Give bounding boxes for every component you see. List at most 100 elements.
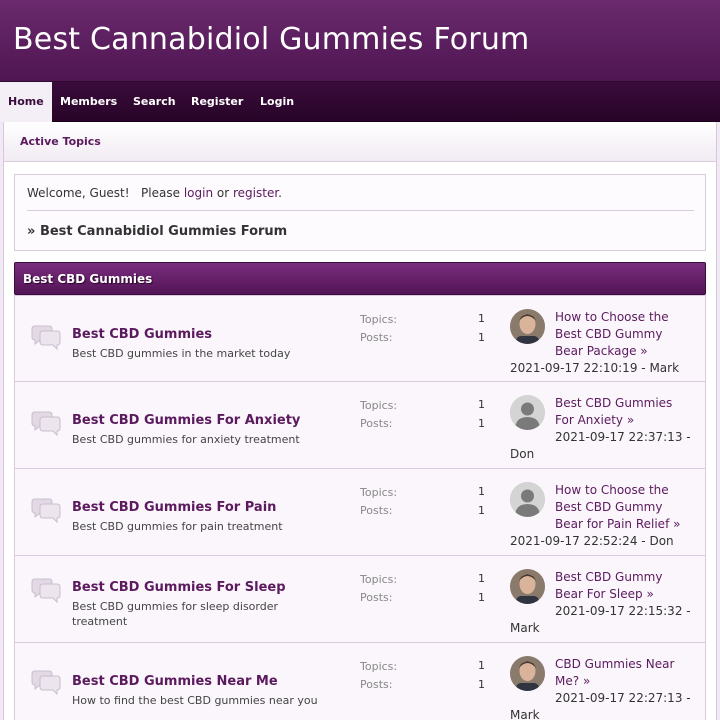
last-post-date: 2021-09-17 22:52:24 xyxy=(510,534,638,548)
board-description-line: Best CBD gummies for sleep disorder xyxy=(72,600,279,613)
go-to-last-post-icon[interactable]: » xyxy=(673,517,680,531)
active-topics-link[interactable]: Active Topics xyxy=(20,135,101,148)
go-to-last-post-icon[interactable]: » xyxy=(646,587,653,601)
divider xyxy=(27,210,694,211)
breadcrumb: » Best Cannabidiol Gummies Forum xyxy=(27,224,287,239)
go-to-last-post-icon[interactable]: » xyxy=(627,413,634,427)
separator: - xyxy=(641,361,646,375)
speech-bubbles-icon xyxy=(31,411,61,437)
topics-label: Topics: xyxy=(360,486,398,499)
board-description: How to find the best CBD gummies near yo… xyxy=(72,694,318,707)
last-post: Best CBD Gummy Bear For Sleep » 2021-09-… xyxy=(510,569,700,637)
login-link[interactable]: login xyxy=(184,186,213,200)
topics-label: Topics: xyxy=(360,573,398,586)
posts-label: Posts: xyxy=(360,331,393,344)
nav-members[interactable]: Members xyxy=(52,82,125,122)
welcome-line: Welcome, Guest! Please login or register… xyxy=(27,186,282,200)
content-wrapper: Active Topics Welcome, Guest! Please log… xyxy=(3,122,717,720)
last-post-topic-link[interactable]: Best CBD Gummies xyxy=(555,396,672,410)
last-post-topic-link[interactable]: How to Choose the xyxy=(555,310,669,324)
last-post-topic-link[interactable]: Bear for Pain Relief xyxy=(555,517,669,531)
register-link[interactable]: register xyxy=(233,186,278,200)
posts-count: 1 xyxy=(478,591,485,604)
topics-count: 1 xyxy=(478,312,485,325)
speech-bubbles-icon xyxy=(31,498,61,524)
welcome-box: Welcome, Guest! Please login or register… xyxy=(14,174,706,251)
posts-count: 1 xyxy=(478,417,485,430)
board-title[interactable]: Best CBD Gummies Near Me xyxy=(72,674,278,689)
forum-header: Best Cannabidiol Gummies Forum xyxy=(0,0,720,82)
board-row: Best CBD Gummies Best CBD gummies in the… xyxy=(14,295,706,382)
posts-count: 1 xyxy=(478,331,485,344)
last-post-date: 2021-09-17 22:10:19 xyxy=(510,361,638,375)
board-description-line: treatment xyxy=(72,615,128,628)
speech-bubbles-icon xyxy=(31,670,61,696)
welcome-or: or xyxy=(216,186,230,200)
main-nav: Home Members Search Register Login xyxy=(0,82,720,122)
last-post-topic-link[interactable]: CBD Gummies Near xyxy=(555,657,674,671)
last-post-topic-link[interactable]: Bear Package xyxy=(555,344,636,358)
last-post: How to Choose the Best CBD Gummy Bear fo… xyxy=(510,482,700,550)
last-post-topic-link[interactable]: Best CBD Gummy xyxy=(555,327,662,341)
last-post-topic-link[interactable]: How to Choose the xyxy=(555,483,669,497)
nav-login[interactable]: Login xyxy=(252,82,302,122)
speech-bubbles-icon xyxy=(31,325,61,351)
last-post-user: Mark xyxy=(510,621,540,635)
last-post: How to Choose the Best CBD Gummy Bear Pa… xyxy=(510,309,700,377)
separator: - xyxy=(641,534,646,548)
breadcrumb-forum-link[interactable]: Best Cannabidiol Gummies Forum xyxy=(40,224,287,239)
last-post: CBD Gummies Near Me? » 2021-09-17 22:27:… xyxy=(510,656,700,720)
board-description: Best CBD gummies for anxiety treatment xyxy=(72,433,300,446)
topics-count: 1 xyxy=(478,398,485,411)
nav-register[interactable]: Register xyxy=(183,82,251,122)
posts-label: Posts: xyxy=(360,417,393,430)
separator: - xyxy=(686,691,691,705)
board-row: Best CBD Gummies For Sleep Best CBD gumm… xyxy=(14,556,706,643)
welcome-period: . xyxy=(278,186,282,200)
nav-home[interactable]: Home xyxy=(0,82,52,122)
posts-count: 1 xyxy=(478,678,485,691)
last-post-user: Don xyxy=(510,447,535,461)
topics-count: 1 xyxy=(478,659,485,672)
last-post-topic-link[interactable]: For Anxiety xyxy=(555,413,623,427)
last-post: Best CBD Gummies For Anxiety » 2021-09-1… xyxy=(510,395,700,463)
board-title[interactable]: Best CBD Gummies For Pain xyxy=(72,500,276,515)
separator: - xyxy=(686,430,691,444)
topics-label: Topics: xyxy=(360,660,398,673)
breadcrumb-arrow: » xyxy=(27,224,36,239)
board-title[interactable]: Best CBD Gummies For Anxiety xyxy=(72,413,300,428)
board-description: Best CBD gummies in the market today xyxy=(72,347,291,360)
last-post-topic-link[interactable]: Bear For Sleep xyxy=(555,587,643,601)
speech-bubbles-icon xyxy=(31,578,61,604)
board-description: Best CBD gummies for sleep disorder trea… xyxy=(72,599,342,629)
topics-label: Topics: xyxy=(360,399,398,412)
category-title[interactable]: Best CBD Gummies xyxy=(23,272,152,286)
posts-label: Posts: xyxy=(360,678,393,691)
go-to-last-post-icon[interactable]: » xyxy=(640,344,647,358)
last-post-topic-link[interactable]: Me? xyxy=(555,674,579,688)
posts-count: 1 xyxy=(478,504,485,517)
board-row: Best CBD Gummies Near Me How to find the… xyxy=(14,643,706,720)
topics-label: Topics: xyxy=(360,313,398,326)
category-header: Best CBD Gummies xyxy=(14,262,706,295)
board-title[interactable]: Best CBD Gummies xyxy=(72,327,212,342)
welcome-greeting: Welcome, Guest! xyxy=(27,186,130,200)
nav-search[interactable]: Search xyxy=(125,82,184,122)
board-row: Best CBD Gummies For Anxiety Best CBD gu… xyxy=(14,382,706,469)
sub-navigation: Active Topics xyxy=(4,122,716,162)
posts-label: Posts: xyxy=(360,591,393,604)
last-post-date: 2021-09-17 22:27:13 xyxy=(555,691,683,705)
posts-label: Posts: xyxy=(360,504,393,517)
board-title[interactable]: Best CBD Gummies For Sleep xyxy=(72,580,286,595)
last-post-user: Mark xyxy=(649,361,680,375)
go-to-last-post-icon[interactable]: » xyxy=(583,674,590,688)
welcome-please: Please xyxy=(141,186,180,200)
board-description: Best CBD gummies for pain treatment xyxy=(72,520,283,533)
separator: - xyxy=(686,604,691,618)
topics-count: 1 xyxy=(478,572,485,585)
last-post-topic-link[interactable]: Best CBD Gummy xyxy=(555,570,662,584)
last-post-topic-link[interactable]: Best CBD Gummy xyxy=(555,500,662,514)
topics-count: 1 xyxy=(478,485,485,498)
forum-title[interactable]: Best Cannabidiol Gummies Forum xyxy=(13,22,529,57)
last-post-user: Don xyxy=(649,534,674,548)
